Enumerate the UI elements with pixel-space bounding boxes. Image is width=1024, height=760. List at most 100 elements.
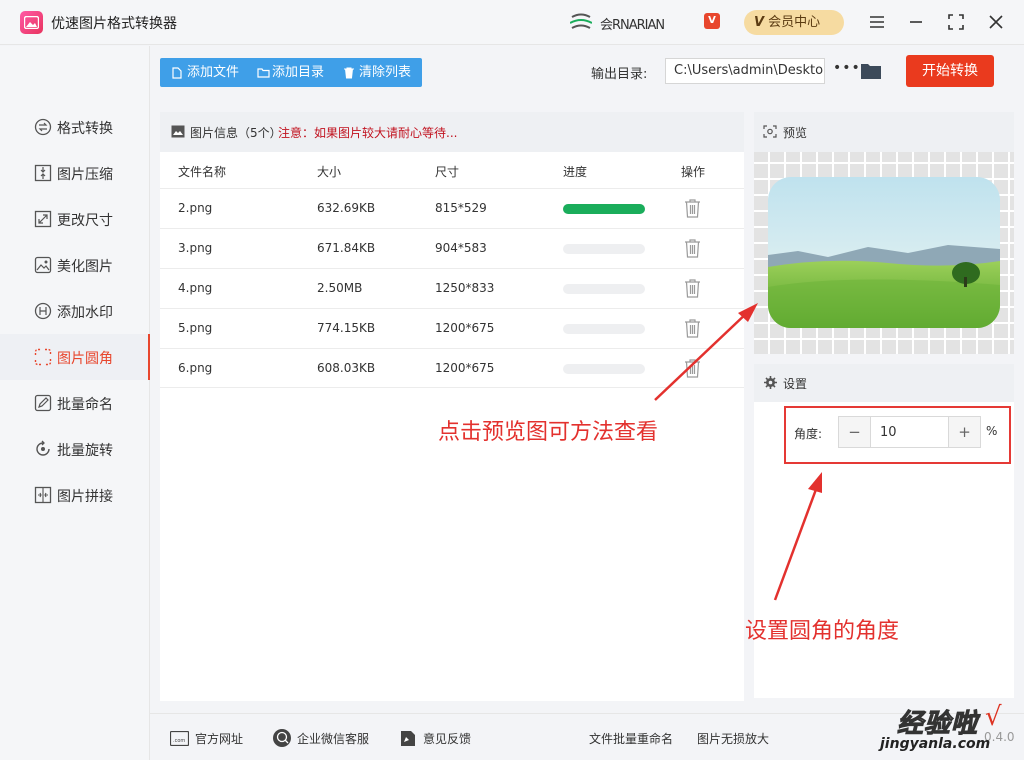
sidebar-item-compress[interactable]: 图片压缩 (0, 150, 150, 196)
lossless-enlarge-link[interactable]: 图片无损放大 (697, 730, 769, 747)
preview-panel: 预览 (754, 112, 1014, 354)
column-header-name: 文件名称 (178, 165, 227, 179)
annotation-angle-note: 设置圆角的角度 (745, 619, 900, 644)
sidebar-item-label: 图片拼接 (57, 489, 113, 505)
file-list-panel: 图片信息（5个） 注意：如果图片较大请耐心等待... 文件名称 大小 尺寸 进度… (160, 112, 744, 701)
vip-crown-icon: V (754, 15, 765, 30)
delete-icon[interactable] (684, 239, 701, 258)
progress-bar (563, 204, 645, 214)
angle-input[interactable] (872, 417, 948, 447)
app-title: 优速图片格式转换器 (51, 16, 177, 32)
add-file-button[interactable]: 添加文件 (172, 58, 252, 87)
website-icon: .com (170, 731, 189, 746)
file-name: 2.png (178, 201, 213, 215)
sidebar-item-label: 添加水印 (57, 305, 113, 321)
sidebar-item-splice[interactable]: 图片拼接 (0, 472, 150, 518)
annotation-preview-note: 点击预览图可方法查看 (438, 420, 659, 445)
file-dims: 904*583 (435, 241, 487, 255)
menu-icon[interactable] (865, 10, 889, 34)
progress-bar (563, 364, 645, 374)
watermark-logo-text: 经验啦 (896, 709, 979, 740)
sidebar-item-label: 图片压缩 (57, 167, 113, 183)
open-folder-icon[interactable] (861, 62, 881, 79)
sidebar-item-label: 格式转换 (57, 121, 113, 137)
decrement-button[interactable]: − (839, 417, 871, 447)
format-convert-icon (34, 118, 52, 136)
batch-rename-link[interactable]: 文件批量重命名 (589, 730, 673, 747)
sidebar-item-label: 批量命名 (57, 397, 113, 413)
app-logo-icon (20, 11, 43, 34)
compress-icon (34, 164, 52, 182)
wechat-service-link[interactable]: 企业微信客服 (297, 730, 369, 747)
table-row[interactable]: 2.png 632.69KB 815*529 (160, 188, 744, 228)
add-directory-button[interactable]: 添加目录 (257, 58, 337, 87)
sidebar-item-resize[interactable]: 更改尺寸 (0, 196, 150, 242)
annotation-arrow-angle (773, 472, 822, 601)
vip-center-button[interactable]: V 会员中心 (744, 10, 844, 35)
sidebar-item-label: 批量旋转 (57, 443, 113, 459)
sidebar-item-format-convert[interactable]: 格式转换 (0, 104, 150, 150)
splice-icon (34, 486, 52, 504)
maximize-icon[interactable] (944, 10, 968, 34)
angle-stepper[interactable]: − + (838, 416, 981, 448)
watermark-icon (34, 302, 52, 320)
resize-icon (34, 210, 52, 228)
close-icon[interactable] (984, 10, 1008, 34)
feedback-icon (401, 731, 415, 746)
file-size: 671.84KB (317, 241, 376, 255)
file-dims: 815*529 (435, 201, 487, 215)
minimize-icon[interactable] (904, 10, 928, 34)
annotation-arrow-preview (654, 303, 758, 401)
vip-center-label: 会员中心 (768, 15, 821, 30)
file-panel-title: 图片信息（5个） (190, 126, 282, 140)
warning-text: 注意：如果图片较大请耐心等待... (278, 126, 458, 140)
sidebar-item-beautify[interactable]: 美化图片 (0, 242, 150, 288)
angle-label: 角度: (794, 427, 823, 441)
sidebar-item-round-corner[interactable]: 图片圆角 (0, 334, 150, 380)
output-dir-field[interactable]: C:\Users\admin\Desktop (665, 58, 825, 84)
folder-outline-icon (257, 68, 270, 78)
preview-title: 预览 (783, 126, 808, 140)
gear-icon (764, 376, 777, 389)
user-logo-icon (570, 13, 592, 29)
sidebar-item-label: 更改尺寸 (57, 213, 113, 229)
rename-icon (34, 394, 52, 412)
preview-icon (763, 125, 777, 138)
add-file-label: 添加文件 (187, 65, 240, 80)
file-name: 4.png (178, 281, 213, 295)
svg-text:.com: .com (173, 738, 185, 744)
toolbar-button-group: 添加文件 添加目录 清除列表 (160, 58, 422, 87)
preview-image[interactable] (768, 177, 1000, 328)
file-size: 2.50MB (317, 281, 363, 295)
sidebar-item-rotate[interactable]: 批量旋转 (0, 426, 150, 472)
clear-list-label: 清除列表 (359, 65, 412, 80)
user-name[interactable]: 会RNARIAN (600, 14, 665, 33)
delete-icon[interactable] (684, 199, 701, 218)
table-row[interactable]: 3.png 671.84KB 904*583 (160, 228, 744, 268)
file-dims: 1200*675 (435, 361, 495, 375)
file-name: 5.png (178, 321, 213, 335)
trash-icon (344, 67, 354, 79)
settings-title: 设置 (783, 377, 808, 391)
sidebar: 格式转换 图片压缩 更改尺寸 美化图片 添加水印 图片圆角 批量命名 批量旋转 … (0, 46, 150, 760)
add-directory-label: 添加目录 (272, 65, 325, 80)
clear-list-button[interactable]: 清除列表 (344, 58, 420, 87)
sidebar-item-watermark[interactable]: 添加水印 (0, 288, 150, 334)
file-icon (172, 67, 182, 79)
more-options-button[interactable]: ••• (833, 60, 861, 76)
progress-bar (563, 284, 645, 294)
file-size: 774.15KB (317, 321, 376, 335)
file-name: 3.png (178, 241, 213, 255)
delete-icon[interactable] (684, 279, 701, 298)
image-icon (171, 125, 185, 138)
sidebar-item-label: 美化图片 (57, 259, 113, 275)
feedback-link[interactable]: 意见反馈 (423, 730, 471, 747)
start-convert-button[interactable]: 开始转换 (906, 55, 994, 87)
sidebar-item-label: 图片圆角 (57, 351, 113, 367)
increment-button[interactable]: + (948, 417, 980, 447)
file-name: 6.png (178, 361, 213, 375)
settings-header: 设置 (754, 364, 1014, 402)
sidebar-item-rename[interactable]: 批量命名 (0, 380, 150, 426)
progress-bar (563, 324, 645, 334)
website-link[interactable]: 官方网址 (195, 730, 243, 747)
